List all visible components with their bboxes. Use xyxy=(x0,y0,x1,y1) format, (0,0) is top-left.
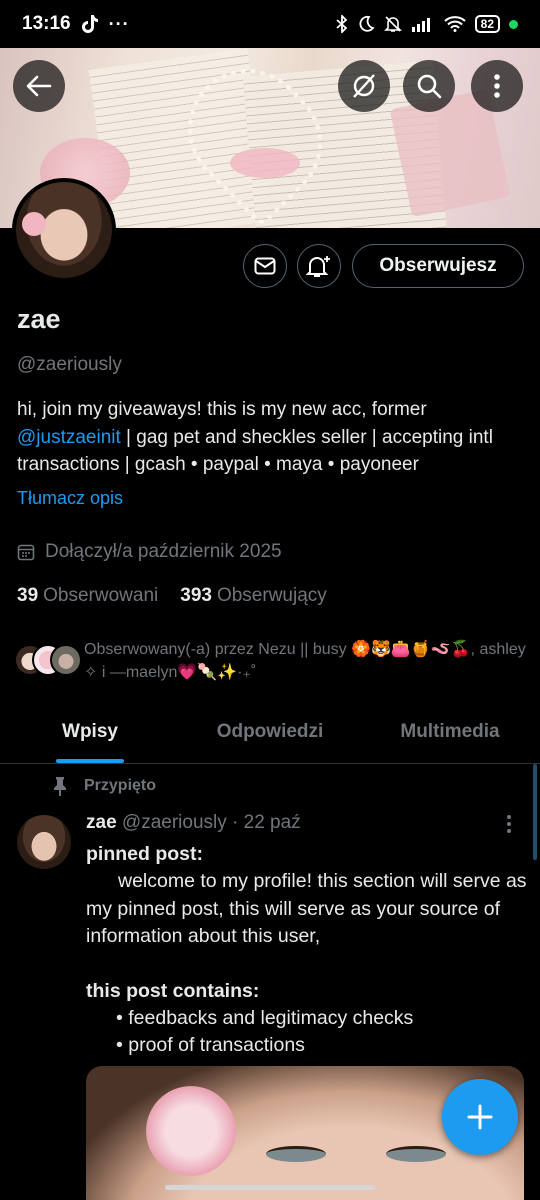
image-flower xyxy=(146,1086,236,1176)
mutual-avatar xyxy=(50,644,82,676)
tab-label: Odpowiedzi xyxy=(216,720,324,742)
grok-button[interactable] xyxy=(338,60,390,112)
privacy-dot xyxy=(509,19,518,29)
signal-icon xyxy=(411,18,430,32)
image-eye xyxy=(266,1146,326,1162)
post-header: zae @zaeriously · 22 paź xyxy=(86,812,301,834)
tab-label: Wpisy xyxy=(62,720,118,742)
hair-flower xyxy=(22,212,46,236)
mutual-avatars xyxy=(14,638,82,678)
follow-stats: 39 Obserwowani 393 Obserwujący xyxy=(17,585,327,607)
bio-mention-link[interactable]: @justzaeinit xyxy=(17,427,121,448)
post-author-avatar[interactable] xyxy=(17,815,71,869)
profile-handle: @zaeriously xyxy=(17,354,122,375)
more-options-button[interactable] xyxy=(471,60,523,112)
active-tab-indicator xyxy=(56,759,124,763)
vertical-dots-icon xyxy=(494,74,500,98)
joined-date: Dołączył/a październik 2025 xyxy=(17,541,282,563)
moon-icon xyxy=(359,15,375,32)
post-line: this post contains: xyxy=(86,979,260,1002)
message-button[interactable] xyxy=(243,244,287,288)
following-link[interactable]: 39 Obserwowani xyxy=(17,585,158,607)
image-eye xyxy=(386,1146,446,1162)
mail-icon xyxy=(254,257,276,275)
post-bullet: • feedbacks and legitimacy checks xyxy=(116,1007,414,1030)
followers-label: Obserwujący xyxy=(216,585,327,606)
bluetooth-icon xyxy=(336,15,347,33)
following-button[interactable]: Obserwujesz xyxy=(352,244,524,288)
vertical-dots-icon xyxy=(507,815,511,833)
compose-button[interactable] xyxy=(442,1079,518,1155)
pin-icon xyxy=(54,777,66,796)
post-text[interactable]: pinned post: welcome to my profile! this… xyxy=(86,841,531,1060)
post-spacer xyxy=(86,951,531,978)
search-icon xyxy=(417,74,442,99)
profile-bio: hi, join my giveaways! this is my new ac… xyxy=(17,396,527,479)
post-line: welcome to my profile! this section will… xyxy=(86,870,527,948)
post-author-name[interactable]: zae xyxy=(86,812,117,833)
tiktok-icon xyxy=(81,15,98,33)
status-bar: 13:16 ··· 82 xyxy=(0,0,540,48)
followers-count: 393 xyxy=(180,585,212,606)
following-count: 39 xyxy=(17,585,39,606)
notifications-button[interactable] xyxy=(297,244,341,288)
translate-bio-link[interactable]: Tłumacz opis xyxy=(17,488,123,509)
banner-decoration xyxy=(230,148,300,178)
pinned-label: Przypięto xyxy=(84,777,157,794)
post-line: pinned post: xyxy=(86,843,203,865)
following-label: Obserwowani xyxy=(43,585,159,606)
status-time: 13:16 xyxy=(22,13,71,34)
profile-tabs: Wpisy Odpowiedzi Multimedia xyxy=(0,700,540,764)
profile-name: zae xyxy=(17,304,61,334)
followed-by-text: Obserwowany(-a) przez Nezu || busy 🏵️🐯👛🍯… xyxy=(84,641,526,681)
followed-by-row[interactable]: Obserwowany(-a) przez Nezu || busy 🏵️🐯👛🍯… xyxy=(14,638,529,684)
tab-posts[interactable]: Wpisy xyxy=(0,700,180,763)
plus-icon xyxy=(467,1104,493,1130)
tab-label: Multimedia xyxy=(400,720,500,742)
post-more-button[interactable] xyxy=(506,814,512,834)
gesture-nav-handle[interactable] xyxy=(165,1185,375,1190)
tab-replies[interactable]: Odpowiedzi xyxy=(180,700,360,763)
calendar-icon xyxy=(17,544,35,561)
post-author-meta: @zaeriously · 22 paź xyxy=(121,812,301,833)
back-button[interactable] xyxy=(13,60,65,112)
joined-text: Dołączył/a październik 2025 xyxy=(45,541,282,562)
followers-link[interactable]: 393 Obserwujący xyxy=(180,585,327,607)
battery-indicator: 82 xyxy=(474,15,500,33)
search-button[interactable] xyxy=(403,60,455,112)
post-bullet: • proof of transactions xyxy=(116,1034,305,1057)
scrollbar[interactable] xyxy=(533,764,537,860)
grok-icon xyxy=(353,74,375,98)
pinned-indicator: Przypięto xyxy=(52,776,156,796)
wifi-icon xyxy=(443,16,466,32)
more-dots-icon: ··· xyxy=(108,13,130,34)
mute-icon xyxy=(383,16,402,32)
tab-media[interactable]: Multimedia xyxy=(360,700,540,763)
bell-plus-icon xyxy=(306,256,330,277)
arrow-left-icon xyxy=(26,75,52,97)
profile-avatar[interactable] xyxy=(12,178,116,282)
bio-text: hi, join my giveaways! this is my new ac… xyxy=(17,399,427,420)
